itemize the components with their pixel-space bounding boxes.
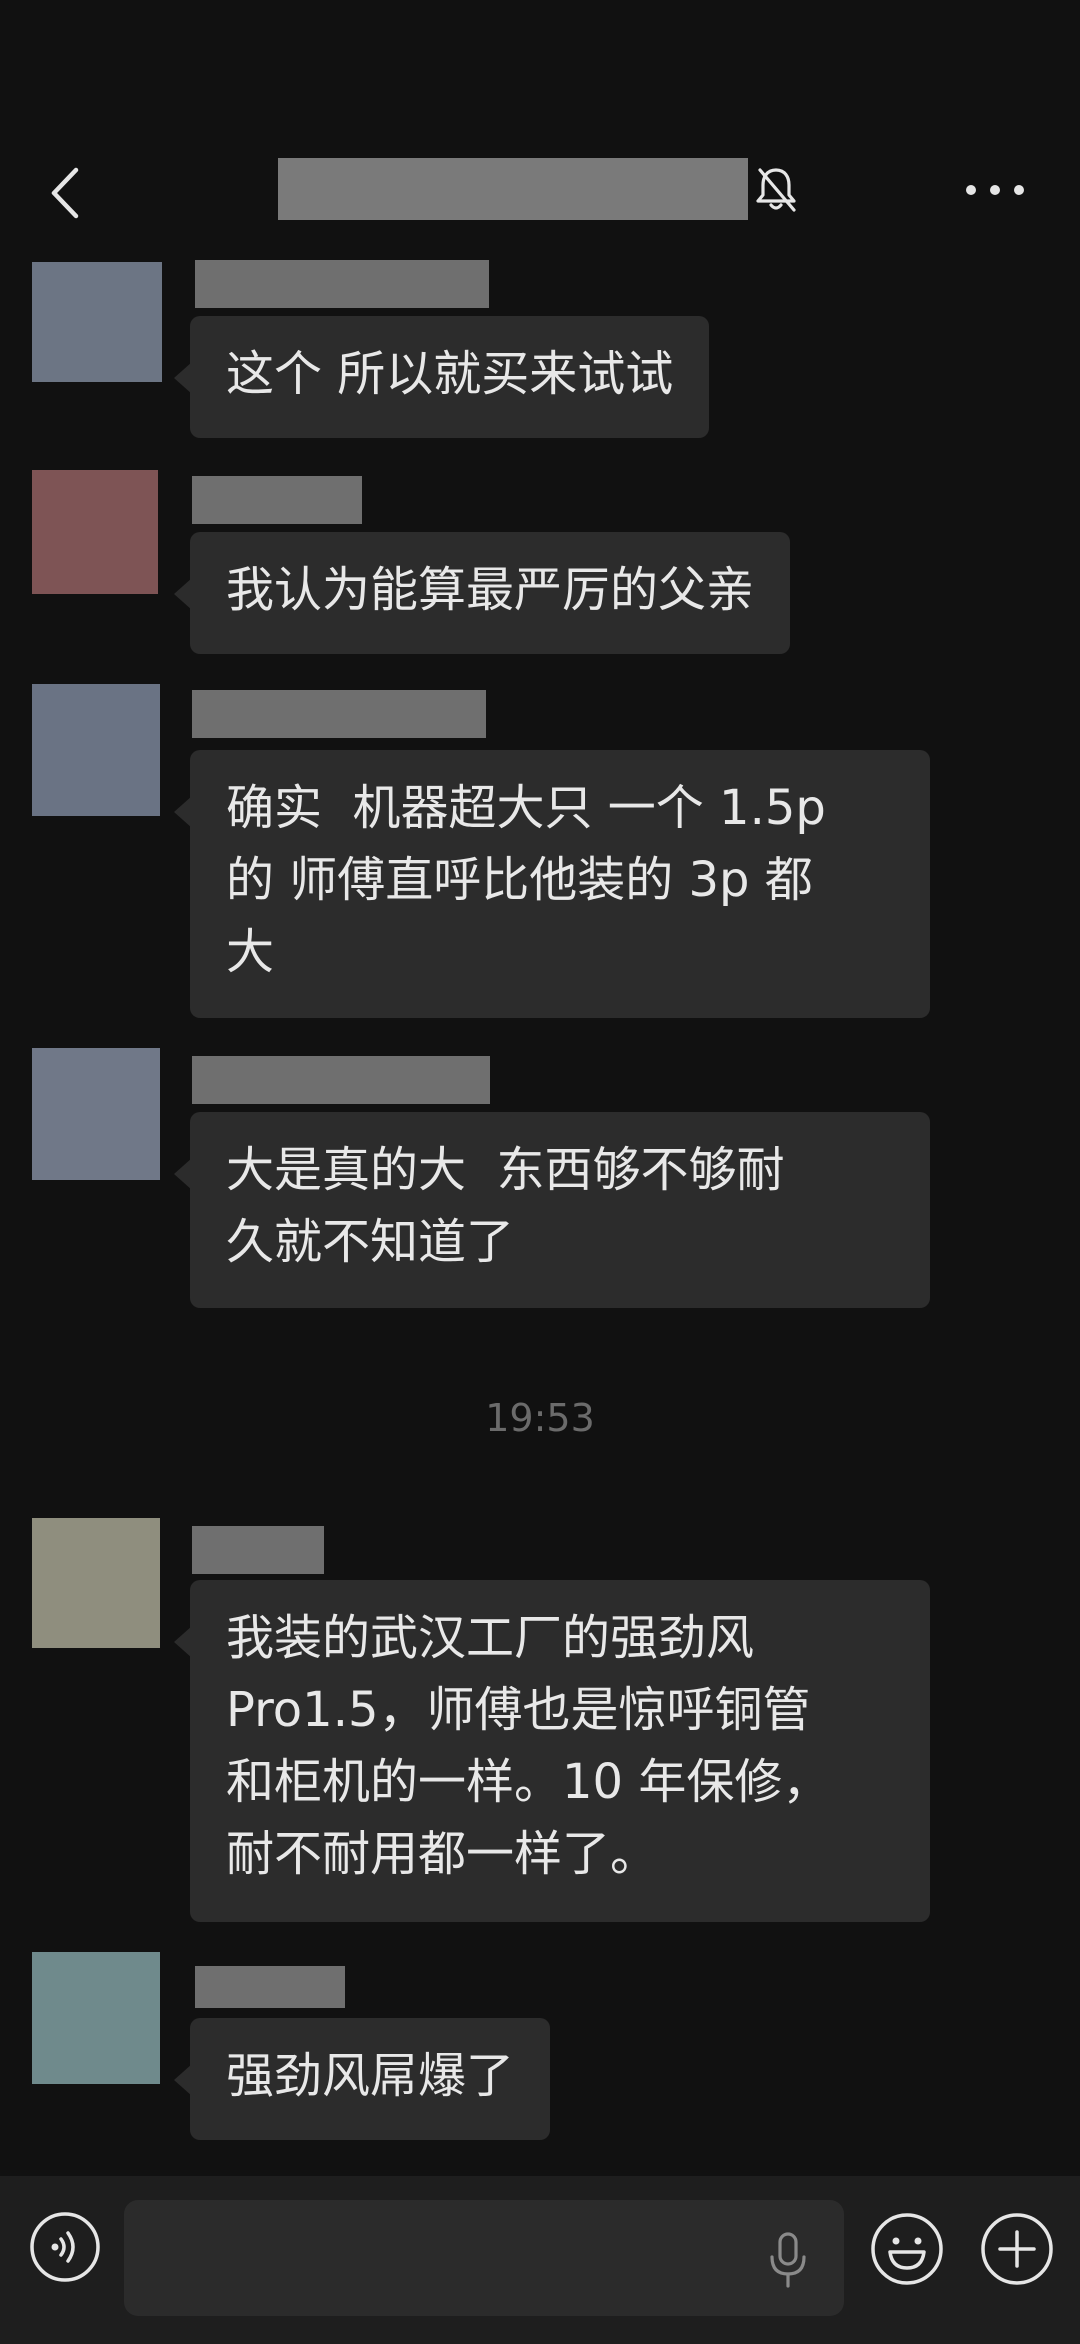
voice-mode-button[interactable] xyxy=(28,2210,102,2284)
chat-screen: 这个 所以就买来试试 我认为能算最严厉的父亲 确实 机器超大只 一个 1.5p … xyxy=(0,0,1080,2344)
microphone-button[interactable] xyxy=(762,2230,814,2290)
sender-name-redacted xyxy=(192,1526,324,1574)
chevron-left-icon xyxy=(51,167,79,219)
sender-name-redacted xyxy=(192,1056,490,1104)
avatar[interactable] xyxy=(32,1048,160,1180)
message-timestamp: 19:53 xyxy=(485,1396,595,1440)
message-bubble[interactable]: 这个 所以就买来试试 xyxy=(173,316,710,438)
microphone-icon xyxy=(770,2232,806,2288)
back-button[interactable] xyxy=(40,158,100,228)
plus-icon xyxy=(981,2213,1053,2285)
bell-off-icon xyxy=(752,164,800,214)
voice-mode-icon xyxy=(30,2212,100,2282)
sender-name-redacted xyxy=(195,260,489,308)
message-bubble[interactable]: 确实 机器超大只 一个 1.5p 的 师傅直呼比他装的 3p 都 大 xyxy=(174,750,930,1018)
more-dots-icon xyxy=(966,185,1024,195)
emoji-icon xyxy=(871,2213,943,2285)
sender-name-redacted xyxy=(195,1966,345,2008)
sender-name-redacted xyxy=(192,690,486,738)
chat-title-redacted xyxy=(278,158,748,220)
sender-name-redacted xyxy=(192,476,362,524)
avatar[interactable] xyxy=(32,262,162,382)
chat-input-bar xyxy=(0,2176,1080,2344)
message-bubble[interactable]: 我装的武汉工厂的强劲风 Pro1.5，师傅也是惊呼铜管 和柜机的一样。10 年保… xyxy=(174,1580,930,1922)
avatar[interactable] xyxy=(32,470,158,594)
chat-header xyxy=(0,120,1080,270)
plus-button[interactable] xyxy=(978,2210,1056,2288)
avatar[interactable] xyxy=(32,684,160,816)
message-bubble[interactable]: 大是真的大 东西够不够耐 久就不知道了 xyxy=(174,1112,930,1308)
message-input[interactable] xyxy=(124,2200,844,2316)
more-button[interactable] xyxy=(960,170,1030,210)
message-bubble[interactable]: 强劲风屌爆了 xyxy=(173,2018,551,2140)
message-bubble[interactable]: 我认为能算最严厉的父亲 xyxy=(173,532,791,654)
avatar[interactable] xyxy=(32,1952,160,2084)
emoji-button[interactable] xyxy=(868,2210,946,2288)
avatar[interactable] xyxy=(32,1518,160,1648)
